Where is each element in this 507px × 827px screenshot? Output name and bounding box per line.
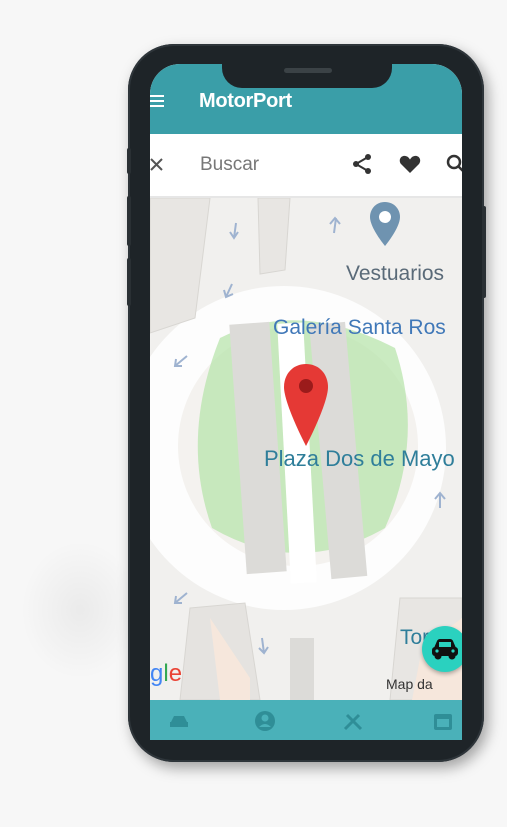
search-icon[interactable] — [444, 152, 462, 176]
car-icon — [432, 639, 458, 660]
phone-volume-down-button — [127, 258, 131, 306]
tools-icon[interactable] — [342, 710, 364, 732]
map-label-galeria[interactable]: Galería Santa Ros — [273, 316, 446, 340]
car-fab-button[interactable] — [422, 626, 462, 672]
user-icon[interactable] — [254, 710, 276, 732]
map-view[interactable]: Vestuarios Galería Santa Ros Plaza Dos d… — [150, 198, 462, 700]
search-input[interactable]: Buscar — [200, 154, 259, 176]
google-logo: gle — [150, 660, 183, 687]
map-label-plaza[interactable]: Plaza Dos de Mayo — [264, 446, 455, 472]
phone-side-button — [127, 148, 131, 174]
map-pin-icon[interactable] — [282, 362, 330, 448]
share-icon[interactable] — [350, 152, 374, 176]
app-title: MotorPort — [199, 90, 292, 112]
map-attribution: Map da — [386, 676, 433, 692]
phone-speaker — [284, 68, 332, 73]
location-pin-icon[interactable] — [368, 200, 402, 250]
phone-screen: MotorPort Buscar Vestuarios Galería Sant… — [150, 64, 462, 740]
heart-icon[interactable] — [398, 152, 422, 176]
phone-volume-up-button — [127, 196, 131, 246]
phone-power-button — [482, 206, 486, 298]
map-label-vestuarios[interactable]: Vestuarios — [346, 262, 444, 286]
car-icon[interactable] — [168, 710, 190, 732]
bottom-nav — [150, 700, 462, 740]
phone-shadow — [20, 540, 140, 680]
search-bar: Buscar — [150, 134, 462, 198]
calendar-icon[interactable] — [432, 710, 454, 732]
hamburger-menu-icon[interactable] — [150, 95, 164, 109]
close-icon[interactable] — [150, 156, 166, 172]
